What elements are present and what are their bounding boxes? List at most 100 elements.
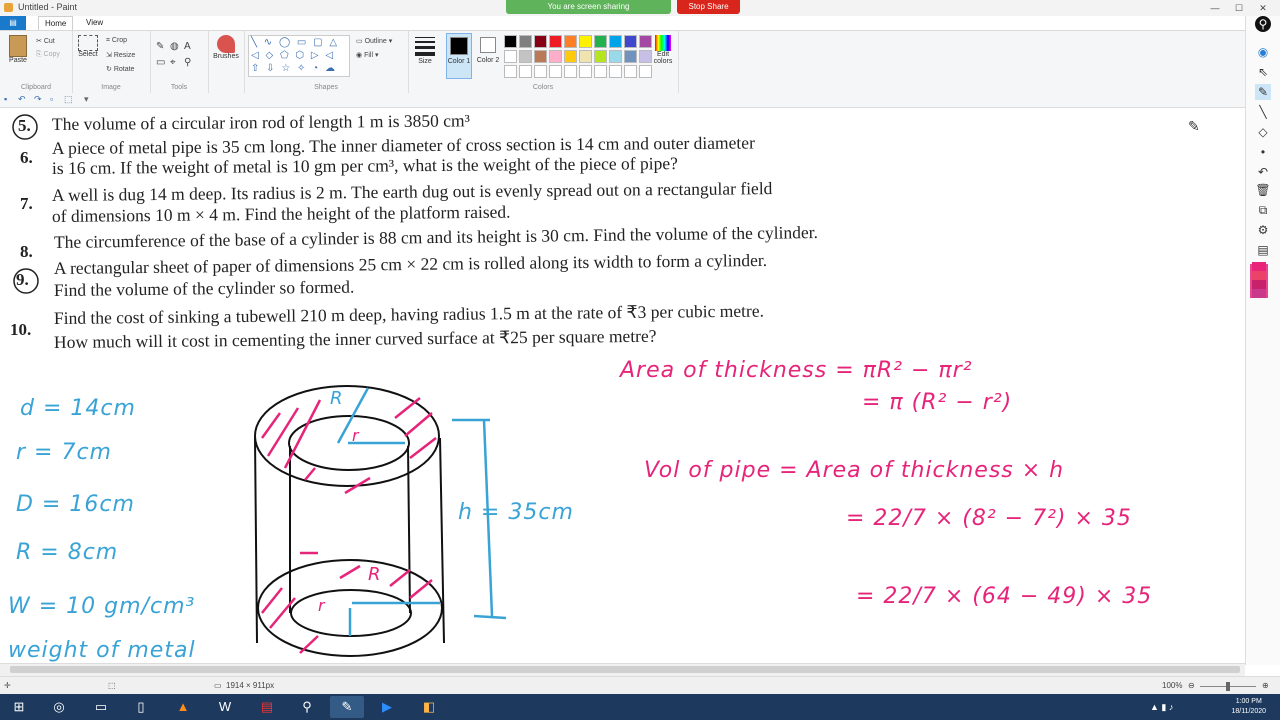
undo-annotation-icon[interactable]: ↶ [1255,164,1271,180]
horizontal-scrollbar[interactable] [0,663,1245,676]
pointer-icon[interactable]: ⇖ [1255,64,1271,80]
zoom-in-icon[interactable]: ⊕ [1262,681,1269,690]
cut-button[interactable]: ✂ Cut [36,37,55,45]
palette-swatch[interactable] [534,50,547,63]
zoom-out-icon[interactable]: ⊖ [1188,681,1195,690]
file-taskbar-icon[interactable]: ▯ [124,696,158,718]
redo-icon[interactable]: ↷ [34,94,42,105]
magnifier-icon[interactable]: ⚲ [184,57,191,68]
new-icon[interactable]: ▫ [50,94,53,104]
zoom-taskbar-icon[interactable]: ▶ [370,696,404,718]
color2-button[interactable]: Color 2 [476,33,500,64]
vlc-taskbar-icon[interactable]: ▲ [166,696,200,718]
palette-swatch[interactable] [594,50,607,63]
quick-access-toolbar: ▪ ↶ ↷ ▫ ⬚ ▾ [0,93,1245,108]
custom-color-slot[interactable] [549,65,562,78]
size-button[interactable]: Size [412,35,438,65]
line-icon[interactable]: ╲ [1255,104,1271,120]
brushes-button[interactable]: Brushes [210,35,242,60]
maximize-button[interactable]: ☐ [1232,2,1246,14]
zoom-level: 100% [1162,681,1183,690]
pdf-taskbar-icon[interactable]: ▤ [250,696,284,718]
palette-swatch[interactable] [564,35,577,48]
palette-swatch[interactable] [624,35,637,48]
copy-button[interactable]: ⎘ Copy [36,51,60,59]
taskbar-clock[interactable]: 1:00 PM 18/11/2020 [1231,697,1266,717]
text-icon[interactable]: A [184,41,191,52]
custom-color-slot[interactable] [624,65,637,78]
custom-color-slot[interactable] [579,65,592,78]
shapes-gallery[interactable]: ╲ ∿ ◯ ▭ ▢ △ ◁ ◇ ⬠ ⬡ ▷ ◁ ⇧ ⇩ ☆ ✧ ◔ ☁ [248,35,350,77]
custom-color-slot[interactable] [564,65,577,78]
pencil-icon[interactable]: ✎ [156,41,164,52]
eraser-tool-icon[interactable]: ◇ [1255,124,1271,140]
palette-swatch[interactable] [624,50,637,63]
palette-swatch[interactable] [504,50,517,63]
minimize-button[interactable]: — [1208,2,1222,14]
palette-swatch[interactable] [549,35,562,48]
color-picker-icon[interactable]: ⌖ [170,57,176,68]
drawing-canvas[interactable]: 5. The volume of a circular iron rod of … [0,108,1245,663]
eraser-icon[interactable]: ▭ [156,57,165,68]
palette-swatch[interactable] [519,35,532,48]
custom-color-slot[interactable] [519,65,532,78]
palette-swatch[interactable] [564,50,577,63]
delete-icon[interactable]: 🗑 [1255,182,1271,198]
custom-color-slot[interactable] [639,65,652,78]
palette-swatch[interactable] [609,35,622,48]
pen-icon[interactable]: ✎ [1255,84,1271,100]
color1-label: Color 1 [447,58,471,65]
save-icon[interactable]: ▪ [4,94,7,104]
app-taskbar-icon[interactable]: ⚲ [290,696,324,718]
annotation-overlay [12,114,507,657]
rotate-button[interactable]: ↻ Rotate [106,65,134,73]
palette-swatch[interactable] [504,35,517,48]
palette-swatch[interactable] [579,50,592,63]
zoom-slider-thumb[interactable] [1226,682,1230,691]
word-taskbar-icon[interactable]: W [208,696,242,718]
zoom-logo-icon[interactable]: ⚲ [1255,16,1271,32]
palette-swatch[interactable] [519,50,532,63]
fill-icon[interactable]: ◍ [170,41,179,52]
palette-swatch[interactable] [549,50,562,63]
palette-swatch[interactable] [534,35,547,48]
fill-label: Fill [364,52,374,59]
palette-swatch[interactable] [579,35,592,48]
chrome-taskbar-icon[interactable]: ◎ [42,696,76,718]
palette-swatch[interactable] [609,50,622,63]
file-menu-button[interactable]: ▤ [0,16,26,30]
explorer-taskbar-icon[interactable]: ▭ [84,696,118,718]
paste-button[interactable]: Paste [6,35,30,64]
resize-button[interactable]: ⇲ Resize [106,51,135,59]
customize-chevron-icon[interactable]: ▾ [84,94,89,105]
select-button[interactable]: Select [76,35,100,58]
eye-icon[interactable]: ◉ [1255,44,1271,60]
select-quick-icon[interactable]: ⬚ [64,94,73,105]
dot-icon[interactable]: • [1255,144,1271,160]
crop-button[interactable]: ⌗ Crop [106,37,127,45]
edit-colors-button[interactable]: Edit colors [650,35,676,65]
system-tray-icons[interactable]: ▲ ▮ ♪ [1150,702,1173,713]
close-button[interactable]: ✕ [1256,2,1270,14]
custom-color-slot[interactable] [609,65,622,78]
custom-color-slot[interactable] [594,65,607,78]
capture-icon[interactable]: ⧉ [1255,202,1271,218]
media-taskbar-icon[interactable]: ◧ [412,696,446,718]
paint-taskbar-icon[interactable]: ✎ [330,696,364,718]
tab-view[interactable]: View [80,16,109,30]
palette-swatch[interactable] [594,35,607,48]
clear-icon[interactable]: ▤ [1255,242,1271,258]
custom-color-slot[interactable] [534,65,547,78]
settings-icon[interactable]: ⚙ [1255,222,1271,238]
fill-button[interactable]: ◉ Fill ▾ [356,51,378,59]
scroll-thumb[interactable] [10,666,1240,673]
tab-home[interactable]: Home [38,16,74,31]
diagram-label-r-bottom: r [318,596,326,615]
color1-button[interactable]: Color 1 [446,33,472,79]
start-button[interactable]: ⊞ [2,696,36,718]
custom-color-slot[interactable] [504,65,517,78]
pencil-cursor-icon: ✎ [1188,118,1200,134]
outline-button[interactable]: ▭ Outline ▾ [356,37,392,45]
undo-icon[interactable]: ↶ [18,94,26,105]
stop-share-button[interactable]: Stop Share [677,0,740,14]
